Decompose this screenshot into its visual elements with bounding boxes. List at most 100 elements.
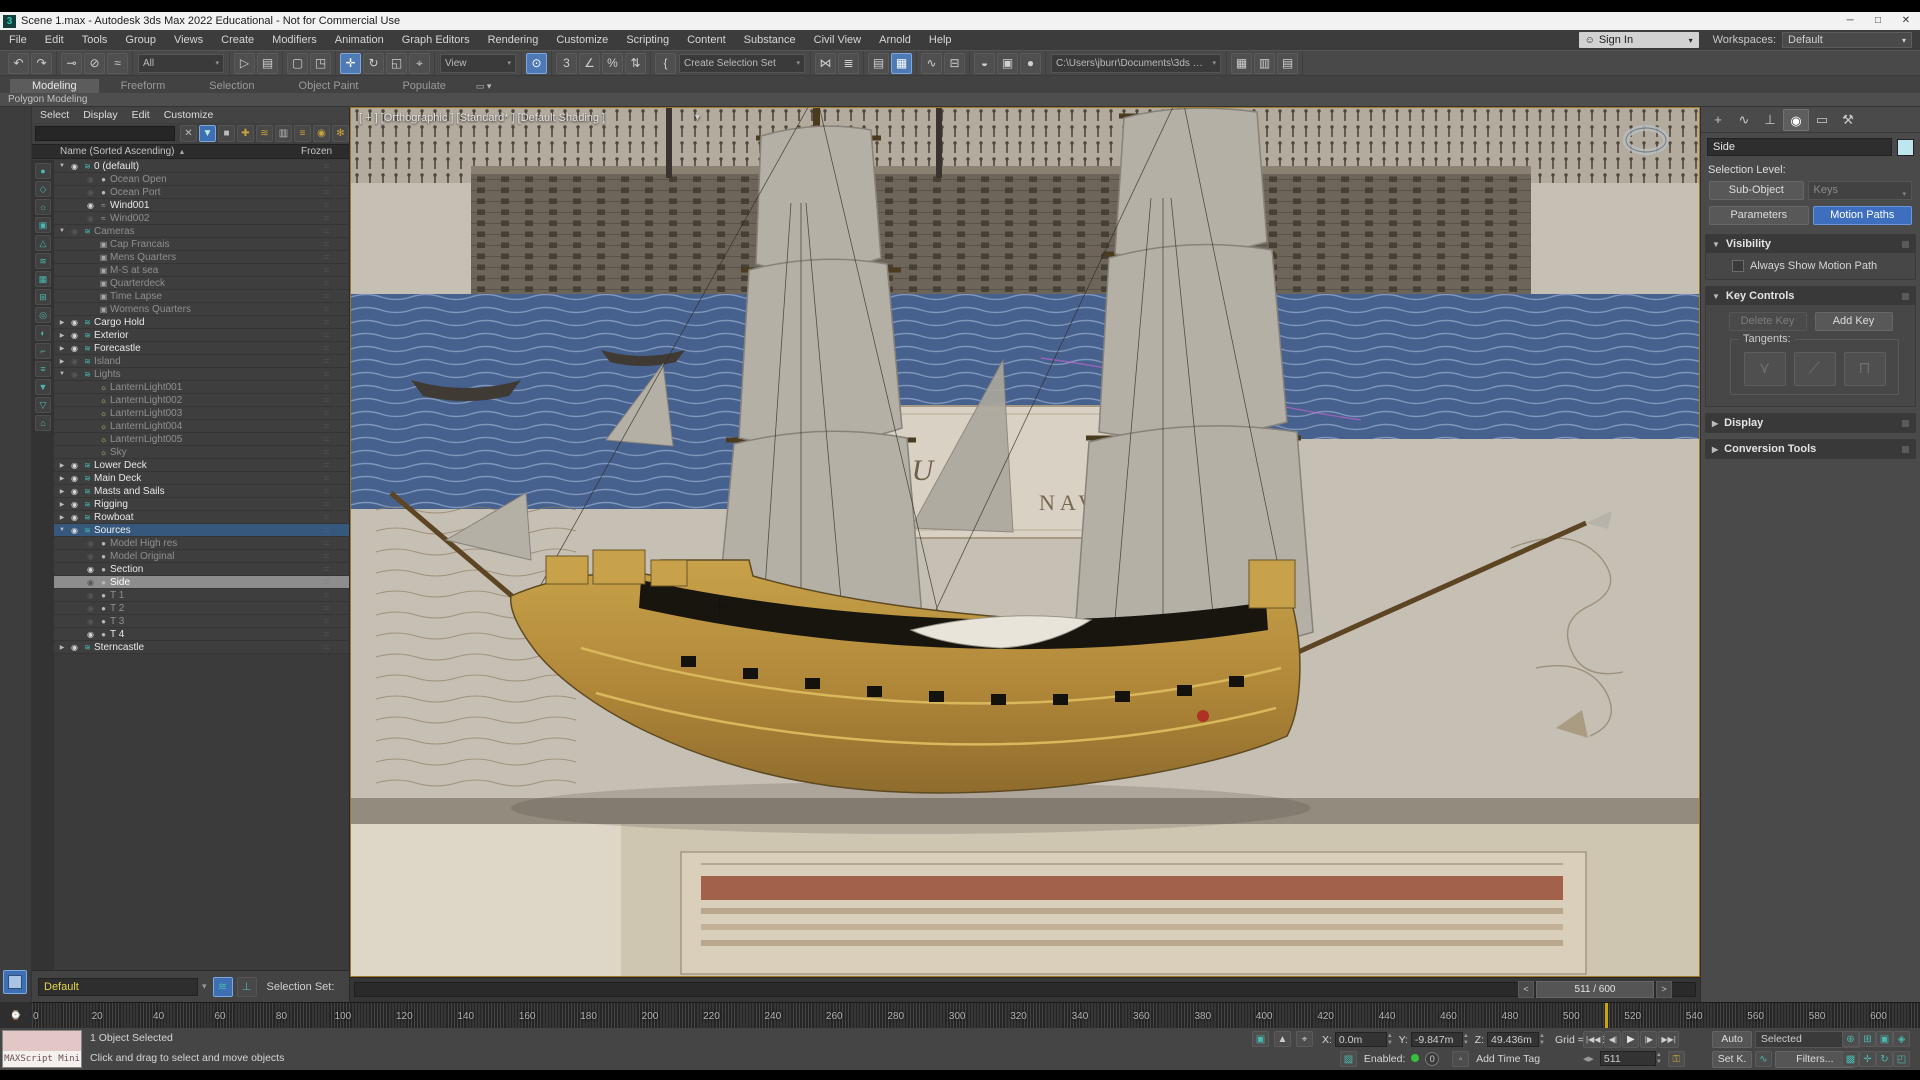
visibility-eye-icon[interactable]: ◉	[68, 162, 81, 171]
ribbon-toggle-icon[interactable]: ▦	[891, 53, 912, 74]
spinner-snap-icon[interactable]: ⇅	[625, 53, 646, 74]
next-frame-button[interactable]: |▶	[1640, 1031, 1657, 1048]
pick-parent-icon[interactable]: ✚	[237, 125, 254, 142]
frozen-cell-icon[interactable]: ⁙	[305, 318, 349, 327]
rect-selection-region-icon[interactable]: ▢	[287, 53, 308, 74]
visibility-eye-icon[interactable]: ◉	[84, 539, 97, 548]
align-icon[interactable]: ≣	[838, 53, 859, 74]
curve-editor-icon[interactable]: ∿	[921, 53, 942, 74]
explorer-row-masts-and-sails[interactable]: ▶◉≋Masts and Sails⁙	[54, 485, 349, 498]
ribbon-config-icon[interactable]: ▭ ▾	[468, 80, 500, 93]
select-object-icon[interactable]: ▷	[234, 53, 255, 74]
display-shapes-icon[interactable]: ◇	[35, 181, 51, 197]
add-key-button[interactable]: Add Key	[1815, 312, 1893, 331]
explorer-row-rowboat[interactable]: ▶◉≋Rowboat⁙	[54, 511, 349, 524]
motion-paths-button[interactable]: Motion Paths	[1813, 206, 1913, 225]
hierarchy-icon[interactable]: ⊥	[237, 977, 257, 997]
search-input[interactable]	[35, 126, 175, 141]
frozen-cell-icon[interactable]: ⁙	[305, 578, 349, 587]
menu-group[interactable]: Group	[116, 30, 165, 50]
maxscript-mini-listener[interactable]: MAXScript Mini	[2, 1030, 82, 1068]
explorer-row-sterncastle[interactable]: ▶◉≋Sterncastle⁙	[54, 641, 349, 654]
frozen-cell-icon[interactable]: ⁙	[305, 552, 349, 561]
link-icon[interactable]: ⊸	[61, 53, 82, 74]
isolate-selection-icon[interactable]: ▣	[1252, 1031, 1269, 1047]
timeline-tick-260[interactable]: 260	[826, 1011, 843, 1022]
expander-icon[interactable]: ▶	[56, 319, 68, 326]
explorer-row-t-4[interactable]: ◉●T 4⁙	[54, 628, 349, 641]
explorer-row-ocean-open[interactable]: ◉●Ocean Open⁙	[54, 173, 349, 186]
explorer-row-forecastle[interactable]: ▶◉≋Forecastle⁙	[54, 342, 349, 355]
layers-icon[interactable]: ≋	[213, 977, 233, 997]
timeline-tick-600[interactable]: 600	[1870, 1011, 1887, 1022]
timeline-tick-500[interactable]: 500	[1563, 1011, 1580, 1022]
explorer-menu-edit[interactable]: Edit	[132, 109, 150, 121]
window-crossing-icon[interactable]: ◳	[310, 53, 331, 74]
explorer-row-sources[interactable]: ▼◉≋Sources⁙	[54, 524, 349, 537]
tangent-smooth-icon[interactable]: ⋎	[1744, 352, 1786, 386]
menu-arnold[interactable]: Arnold	[870, 30, 920, 50]
render-icon[interactable]: ●	[1020, 53, 1041, 74]
display-tab[interactable]: ▭	[1809, 109, 1835, 131]
object-name-field[interactable]: Side	[1707, 138, 1892, 156]
prev-frame-arrow[interactable]: <	[1518, 981, 1534, 998]
explorer-row-lanternlight003[interactable]: ☼LanternLight003⁙	[54, 407, 349, 420]
expander-icon[interactable]: ▶	[56, 514, 68, 521]
object-color-swatch[interactable]	[1897, 139, 1914, 156]
ref-coord-dropdown[interactable]: View▾	[440, 54, 516, 73]
expander-icon[interactable]: ▼	[56, 371, 68, 377]
frozen-cell-icon[interactable]: ⁙	[305, 214, 349, 223]
frozen-cell-icon[interactable]: ⁙	[305, 162, 349, 171]
viewport-canvas[interactable]: COU NAVIRE	[351, 108, 1700, 977]
explorer-row-lanternlight002[interactable]: ☼LanternLight002⁙	[54, 394, 349, 407]
menu-graph-editors[interactable]: Graph Editors	[393, 30, 479, 50]
explorer-row-cargo-hold[interactable]: ▶◉≋Cargo Hold⁙	[54, 316, 349, 329]
visibility-eye-icon[interactable]: ◉	[84, 188, 97, 197]
filter-dark-icon[interactable]: ▼	[35, 379, 51, 395]
visibility-eye-icon[interactable]: ◉	[68, 474, 81, 483]
conversion-tools-rollout-header[interactable]: ▶ Conversion Tools	[1706, 440, 1915, 458]
visibility-eye-icon[interactable]: ◉	[68, 331, 81, 340]
zoom-icon[interactable]: ⊕	[1842, 1031, 1859, 1047]
frozen-cell-icon[interactable]: ⁙	[305, 565, 349, 574]
select-scale-icon[interactable]: ◱	[386, 53, 407, 74]
adaptive-degradation-icon[interactable]: ▨	[1340, 1051, 1357, 1067]
visibility-eye-icon[interactable]: ◉	[68, 643, 81, 652]
explorer-row-0-default[interactable]: ▼◉≋0 (default)⁙	[54, 160, 349, 173]
hide-toggle-icon[interactable]: ◉	[313, 125, 330, 142]
zoom-region-icon[interactable]: ▩	[1842, 1051, 1859, 1067]
set-keys-icon[interactable]: ⚿	[1668, 1051, 1685, 1067]
angle-snap-icon[interactable]: ∠	[579, 53, 600, 74]
explorer-row-wind001[interactable]: ◉≈Wind001⁙	[54, 199, 349, 212]
explorer-row-model-high-res[interactable]: ◉●Model High res⁙	[54, 537, 349, 550]
visibility-eye-icon[interactable]: ◉	[84, 591, 97, 600]
menu-scripting[interactable]: Scripting	[617, 30, 678, 50]
expander-icon[interactable]: ▶	[56, 358, 68, 365]
y-spinner[interactable]: ▲▼	[1463, 1033, 1472, 1047]
prev-frame-button[interactable]: ◀|	[1604, 1031, 1621, 1048]
display-groups-icon[interactable]: ▦	[35, 271, 51, 287]
explorer-row-side[interactable]: ◉●Side⁙	[54, 576, 349, 589]
auto-key-button[interactable]: Auto	[1712, 1031, 1752, 1048]
frozen-cell-icon[interactable]: ⁙	[305, 240, 349, 249]
hierarchy-tab[interactable]: ⊥	[1757, 109, 1783, 131]
key-controls-rollout-header[interactable]: ▼ Key Controls	[1706, 287, 1915, 305]
select-by-name-icon[interactable]: ▤	[257, 53, 278, 74]
frozen-cell-icon[interactable]: ⁙	[305, 435, 349, 444]
set-key-button[interactable]: Set K.	[1712, 1051, 1752, 1068]
frozen-cell-icon[interactable]: ⁙	[305, 331, 349, 340]
timeline-tick-580[interactable]: 580	[1809, 1011, 1826, 1022]
frozen-cell-icon[interactable]: ⁙	[305, 396, 349, 405]
explorer-row-quarterdeck[interactable]: ▣Quarterdeck⁙	[54, 277, 349, 290]
filter-light-icon[interactable]: ▽	[35, 397, 51, 413]
menu-create[interactable]: Create	[212, 30, 263, 50]
menu-modifiers[interactable]: Modifiers	[263, 30, 326, 50]
explorer-row-lanternlight005[interactable]: ☼LanternLight005⁙	[54, 433, 349, 446]
visibility-eye-icon[interactable]: ◉	[84, 565, 97, 574]
timeline-tick-420[interactable]: 420	[1317, 1011, 1334, 1022]
close-button[interactable]: ✕	[1892, 12, 1920, 30]
explorer-row-lights[interactable]: ▼◉≋Lights⁙	[54, 368, 349, 381]
visibility-eye-icon[interactable]: ◉	[68, 513, 81, 522]
render-setup-icon[interactable]: ◒	[974, 53, 995, 74]
current-frame-field[interactable]: 511	[1600, 1051, 1656, 1066]
